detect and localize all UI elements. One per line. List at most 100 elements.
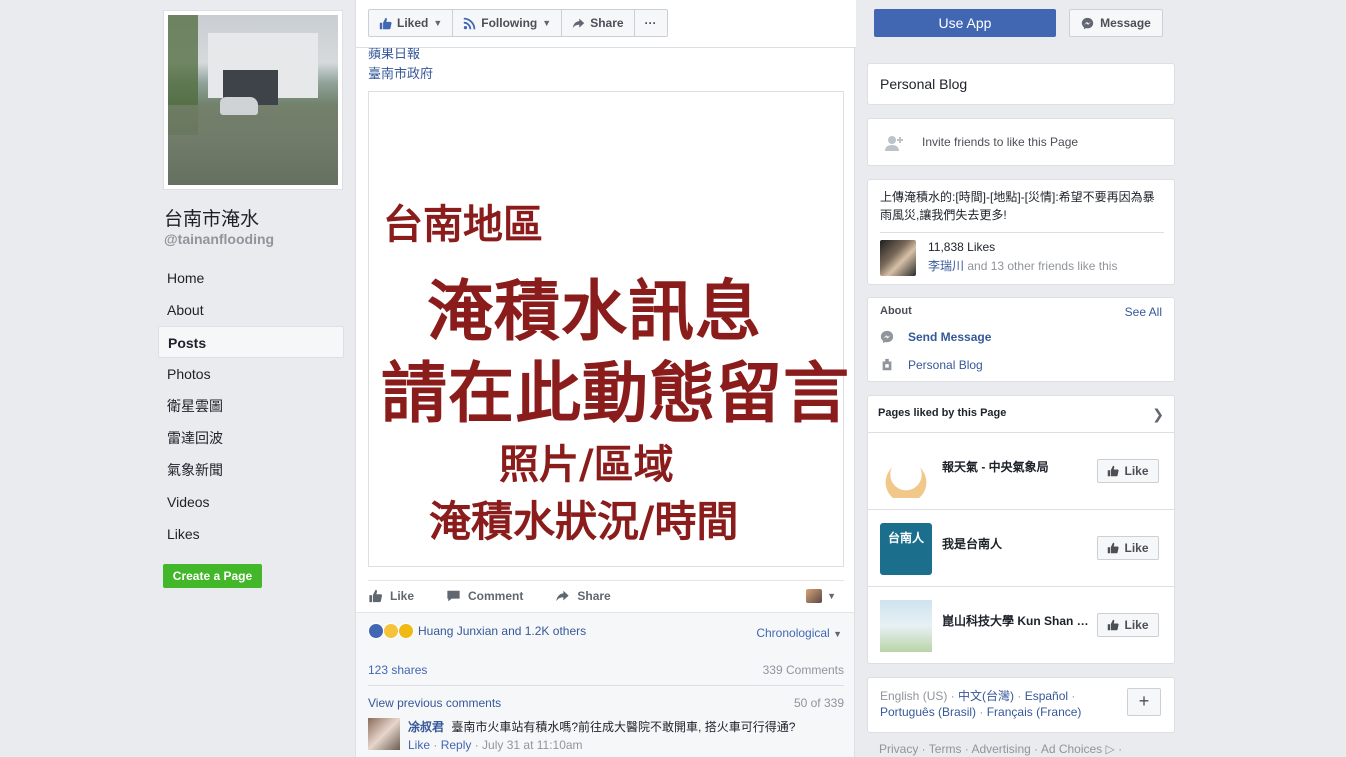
like-post-label: Like (390, 589, 415, 603)
divider (880, 232, 1164, 233)
wow-reaction-icon (383, 623, 399, 639)
friend-avatar[interactable] (880, 240, 916, 276)
sad-reaction-icon (398, 623, 414, 639)
friends-like-rest: and 13 other friends like this (964, 259, 1118, 273)
share-post-button[interactable]: Share (555, 589, 611, 603)
pages-liked-header[interactable]: Pages liked by this Page ❯ (868, 396, 1174, 433)
comment-author[interactable]: 凃叔君 (408, 720, 444, 734)
source-link-tainan-government[interactable]: 臺南市政府 (368, 64, 433, 84)
share-arrow-icon (573, 18, 585, 28)
about-card: About See All Send Message Personal Blog (867, 297, 1175, 382)
thumbs-up-icon (1108, 619, 1120, 631)
like-page-button[interactable]: Like (1097, 613, 1159, 637)
comment-reply-link[interactable]: Reply (441, 738, 472, 752)
more-options-button[interactable]: ··· (635, 10, 667, 36)
shares-count[interactable]: 123 shares (368, 663, 427, 677)
chevron-down-icon: ▼ (833, 629, 842, 639)
comment-sort-dropdown[interactable]: Chronological ▼ (756, 626, 842, 640)
language-link-fr[interactable]: Français (France) (987, 705, 1082, 719)
liked-button[interactable]: Liked ▼ (369, 10, 454, 36)
comment-button[interactable]: Comment (446, 589, 523, 603)
share-page-button[interactable]: Share (562, 10, 635, 36)
language-link-es[interactable]: Español (1025, 689, 1068, 703)
liked-page-name[interactable]: 我是台南人 (942, 535, 1092, 552)
post-as-selector[interactable]: ▼ (806, 589, 836, 603)
post-image[interactable]: 台南地區 淹積水訊息 請在此動態留言 照片/區域 淹積水狀況/時間 (368, 91, 849, 567)
thumbs-up-icon (369, 589, 383, 603)
share-post-label: Share (577, 589, 611, 603)
liked-page-item: 崑山科技大學 Kun Shan University Like (868, 587, 1174, 664)
nav-about[interactable]: About (158, 294, 344, 326)
more-dots-icon: ··· (644, 16, 657, 30)
page-name[interactable]: 台南市淹水 (164, 204, 259, 231)
liked-page-item: 報天氣 - 中央氣象局 Like (868, 433, 1174, 510)
chevron-right-icon[interactable]: ❯ (1152, 406, 1164, 423)
message-label: Message (1100, 16, 1151, 30)
footer-links[interactable]: Privacy · Terms · Advertising · Ad Choic… (879, 742, 1122, 756)
reactions-summary[interactable]: Huang Junxian and 1.2K others (368, 623, 586, 639)
comment-label: Comment (468, 589, 524, 603)
message-button[interactable]: Message (1069, 9, 1163, 37)
view-previous-comments-link[interactable]: View previous comments (368, 696, 501, 710)
poster-text-region: 台南地區 (383, 202, 543, 248)
liked-page-item: 台南人 我是台南人 Like (868, 510, 1174, 587)
friend-name-link[interactable]: 李瑞川 (928, 259, 964, 273)
avatar[interactable] (368, 718, 400, 750)
thumbs-up-icon (1108, 542, 1120, 554)
sort-label: Chronological (756, 626, 830, 640)
post-column: Liked ▼ Following ▼ Share ··· 蘋果日報 臺南市政府… (355, 0, 856, 757)
see-all-link[interactable]: See All (1125, 305, 1162, 319)
category-link: Personal Blog (908, 358, 983, 372)
liked-page-name[interactable]: 崑山科技大學 Kun Shan University (942, 612, 1092, 629)
kun-shan-university-logo[interactable] (880, 600, 932, 652)
page-nav: Home About Posts Photos 衛星雲圖 雷達回波 氣象新聞 V… (158, 262, 344, 550)
post-source-text: 蘋果日報 臺南市政府 (368, 44, 433, 84)
like-page-button[interactable]: Like (1097, 459, 1159, 483)
like-page-button[interactable]: Like (1097, 536, 1159, 560)
chevron-down-icon: ▼ (542, 18, 552, 28)
weather-bureau-logo[interactable] (880, 446, 932, 498)
tainan-logo-text: 台南人 (887, 531, 924, 545)
category-row[interactable]: Personal Blog (880, 358, 983, 372)
invite-friends-card[interactable]: Invite friends to like this Page (867, 118, 1175, 166)
nav-home[interactable]: Home (158, 262, 344, 294)
separator: · (976, 705, 987, 719)
comment-like-link[interactable]: Like (408, 738, 430, 752)
chevron-down-icon: ▼ (433, 18, 443, 28)
separator: · (947, 689, 959, 703)
comment-timestamp[interactable]: July 31 at 11:10am (482, 738, 583, 752)
thumbs-up-icon (1108, 465, 1120, 477)
use-app-button[interactable]: Use App (874, 9, 1056, 37)
shares-row: 123 shares 339 Comments (368, 663, 844, 677)
like-page-label: Like (1124, 464, 1149, 478)
create-page-button[interactable]: Create a Page (163, 564, 262, 588)
profile-picture[interactable] (163, 10, 343, 190)
comments-count[interactable]: 339 Comments (763, 663, 844, 677)
nav-weather-news[interactable]: 氣象新聞 (158, 454, 344, 486)
send-message-row[interactable]: Send Message (880, 330, 991, 344)
profile-photo-flooded-street (168, 15, 338, 185)
reactions-text: Huang Junxian and 1.2K others (418, 624, 587, 638)
more-languages-button[interactable]: + (1127, 688, 1161, 716)
page-category[interactable]: Personal Blog (880, 76, 967, 92)
comments-area: Huang Junxian and 1.2K others Chronologi… (356, 612, 854, 757)
nav-posts[interactable]: Posts (158, 326, 344, 358)
language-link-pt-br[interactable]: Português (Brasil) (880, 705, 976, 719)
tainan-page-logo[interactable]: 台南人 (880, 523, 932, 575)
nav-videos[interactable]: Videos (158, 486, 344, 518)
post-actions: Like Comment Share ▼ (368, 580, 844, 611)
language-link-zh-tw[interactable]: 中文(台灣) (958, 689, 1014, 703)
share-arrow-icon (556, 590, 569, 602)
category-tag-icon (882, 358, 892, 371)
comments-pagination: 50 of 339 (793, 696, 844, 710)
nav-radar[interactable]: 雷達回波 (158, 422, 344, 454)
page-category-card: Personal Blog (867, 63, 1175, 105)
following-label: Following (481, 16, 538, 30)
following-button[interactable]: Following ▼ (453, 10, 563, 36)
like-post-button[interactable]: Like (368, 589, 414, 603)
nav-photos[interactable]: Photos (158, 358, 344, 390)
nav-likes[interactable]: Likes (158, 518, 344, 550)
nav-satellite[interactable]: 衛星雲圖 (158, 390, 344, 422)
liked-page-name[interactable]: 報天氣 - 中央氣象局 (942, 458, 1092, 475)
comment-text: 臺南市火車站有積水嗎?前往成大醫院不敢開車, 搭火車可行得通? (451, 720, 796, 734)
